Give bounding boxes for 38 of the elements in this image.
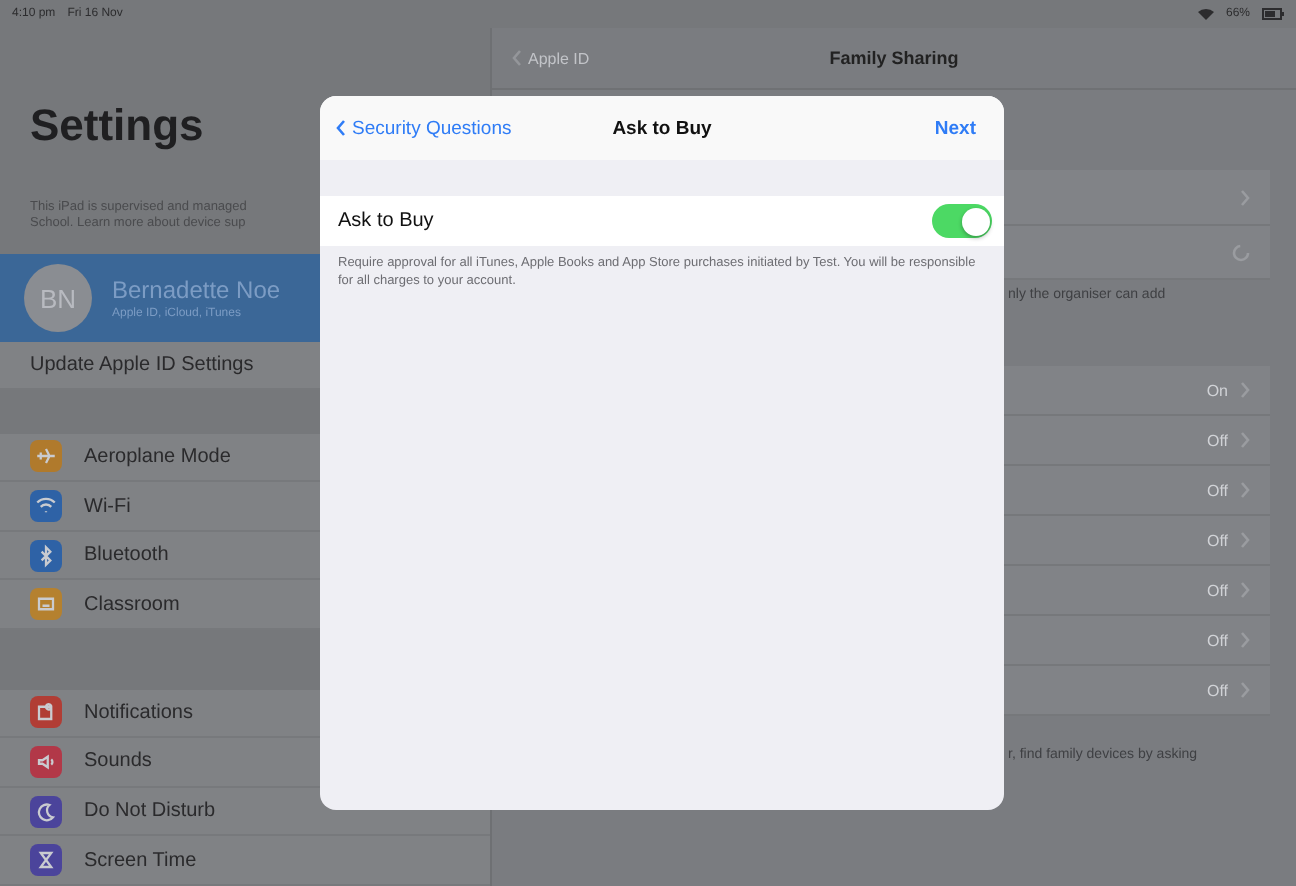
toggle-label: Ask to Buy <box>338 210 436 232</box>
plane-icon <box>30 440 62 473</box>
sounds-icon <box>30 745 62 778</box>
classroom-icon <box>30 588 62 621</box>
settings-title: Settings <box>30 100 204 154</box>
chevron-icon <box>1240 582 1250 598</box>
row-value: Off <box>1206 481 1228 499</box>
nav-title: Family Sharing <box>829 48 959 68</box>
row-value: Off <box>1206 531 1228 549</box>
chevron-icon <box>1240 532 1250 548</box>
row-value: On <box>1206 381 1228 399</box>
row-value: Off <box>1206 631 1228 649</box>
hourglass-icon <box>30 844 62 877</box>
row-value: Off <box>1206 581 1228 599</box>
back-chevron-icon <box>512 50 522 66</box>
back-link[interactable]: Apple ID <box>512 49 590 67</box>
chevron-icon <box>1240 189 1250 205</box>
chevron-icon <box>1240 382 1250 398</box>
notifications-icon <box>30 696 62 729</box>
moon-icon <box>30 795 62 828</box>
chevron-icon <box>1240 632 1250 648</box>
modal-title: Ask to Buy <box>612 117 712 139</box>
next-button[interactable]: Next <box>934 117 976 139</box>
wifi-icon <box>30 490 62 522</box>
bluetooth-icon <box>30 539 62 572</box>
settings-row[interactable]: Screen Time <box>0 836 490 886</box>
back-button[interactable]: Security Questions <box>336 117 512 139</box>
chevron-icon <box>1240 482 1250 498</box>
chevron-icon <box>1240 682 1250 698</box>
loading-icon <box>1232 243 1250 261</box>
wifi-icon <box>1197 8 1214 20</box>
battery-icon <box>1262 8 1284 20</box>
profile-name: Bernadette Noe <box>112 276 281 305</box>
chevron-icon <box>1240 432 1250 448</box>
back-chevron-icon <box>336 120 346 136</box>
ask-to-buy-switch[interactable] <box>932 204 992 238</box>
row-value: Off <box>1206 431 1228 449</box>
row-value: Off <box>1206 681 1228 699</box>
